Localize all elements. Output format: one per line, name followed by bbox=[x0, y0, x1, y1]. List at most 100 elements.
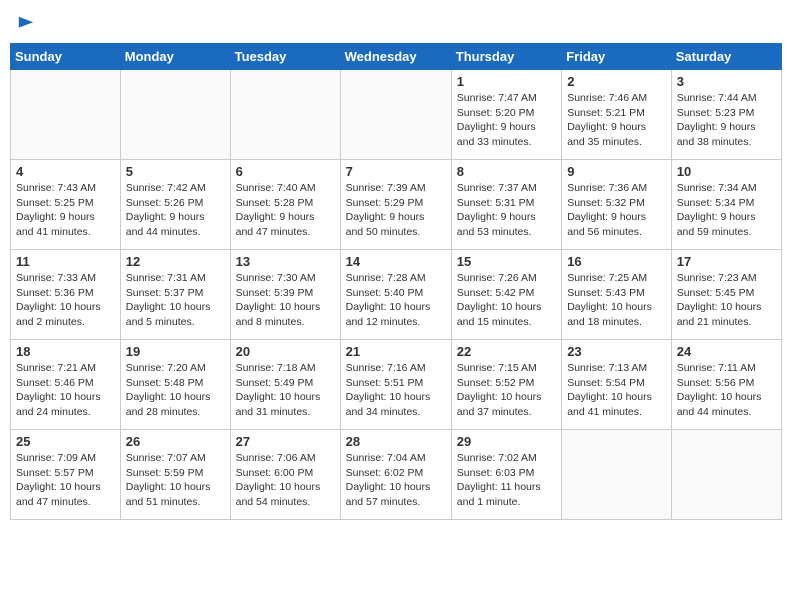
week-row-2: 4 Sunrise: 7:43 AM Sunset: 5:25 PM Daylig… bbox=[11, 160, 782, 250]
day-number: 5 bbox=[126, 164, 225, 179]
day-number: 2 bbox=[567, 74, 666, 89]
day-info: Sunrise: 7:06 AM Sunset: 6:00 PM Dayligh… bbox=[236, 451, 335, 510]
calendar-cell: 1 Sunrise: 7:47 AM Sunset: 5:20 PM Daylig… bbox=[451, 70, 561, 160]
calendar-cell: 23 Sunrise: 7:13 AM Sunset: 5:54 PM Dayli… bbox=[562, 340, 672, 430]
day-info: Sunrise: 7:44 AM Sunset: 5:23 PM Dayligh… bbox=[677, 91, 776, 150]
day-number: 7 bbox=[346, 164, 446, 179]
day-number: 17 bbox=[677, 254, 776, 269]
calendar-cell: 15 Sunrise: 7:26 AM Sunset: 5:42 PM Dayli… bbox=[451, 250, 561, 340]
calendar-cell: 4 Sunrise: 7:43 AM Sunset: 5:25 PM Daylig… bbox=[11, 160, 121, 250]
calendar-cell: 2 Sunrise: 7:46 AM Sunset: 5:21 PM Daylig… bbox=[562, 70, 672, 160]
weekday-header-saturday: Saturday bbox=[671, 44, 781, 70]
day-number: 15 bbox=[457, 254, 556, 269]
day-info: Sunrise: 7:11 AM Sunset: 5:56 PM Dayligh… bbox=[677, 361, 776, 420]
week-row-5: 25 Sunrise: 7:09 AM Sunset: 5:57 PM Dayli… bbox=[11, 430, 782, 520]
day-info: Sunrise: 7:23 AM Sunset: 5:45 PM Dayligh… bbox=[677, 271, 776, 330]
calendar-cell: 12 Sunrise: 7:31 AM Sunset: 5:37 PM Dayli… bbox=[120, 250, 230, 340]
day-info: Sunrise: 7:30 AM Sunset: 5:39 PM Dayligh… bbox=[236, 271, 335, 330]
calendar-cell: 8 Sunrise: 7:37 AM Sunset: 5:31 PM Daylig… bbox=[451, 160, 561, 250]
day-info: Sunrise: 7:13 AM Sunset: 5:54 PM Dayligh… bbox=[567, 361, 666, 420]
calendar-cell bbox=[671, 430, 781, 520]
day-info: Sunrise: 7:47 AM Sunset: 5:20 PM Dayligh… bbox=[457, 91, 556, 150]
calendar-cell: 26 Sunrise: 7:07 AM Sunset: 5:59 PM Dayli… bbox=[120, 430, 230, 520]
day-number: 16 bbox=[567, 254, 666, 269]
day-number: 18 bbox=[16, 344, 115, 359]
day-number: 11 bbox=[16, 254, 115, 269]
week-row-1: 1 Sunrise: 7:47 AM Sunset: 5:20 PM Daylig… bbox=[11, 70, 782, 160]
day-info: Sunrise: 7:33 AM Sunset: 5:36 PM Dayligh… bbox=[16, 271, 115, 330]
page-header bbox=[10, 10, 782, 33]
day-info: Sunrise: 7:16 AM Sunset: 5:51 PM Dayligh… bbox=[346, 361, 446, 420]
calendar-cell: 11 Sunrise: 7:33 AM Sunset: 5:36 PM Dayli… bbox=[11, 250, 121, 340]
day-number: 12 bbox=[126, 254, 225, 269]
day-number: 8 bbox=[457, 164, 556, 179]
calendar-cell: 3 Sunrise: 7:44 AM Sunset: 5:23 PM Daylig… bbox=[671, 70, 781, 160]
calendar-cell: 29Sunrise: 7:02 AM Sunset: 6:03 PM Dayli… bbox=[451, 430, 561, 520]
calendar-cell: 10 Sunrise: 7:34 AM Sunset: 5:34 PM Dayli… bbox=[671, 160, 781, 250]
calendar-cell: 13 Sunrise: 7:30 AM Sunset: 5:39 PM Dayli… bbox=[230, 250, 340, 340]
calendar-cell: 9 Sunrise: 7:36 AM Sunset: 5:32 PM Daylig… bbox=[562, 160, 672, 250]
calendar-cell: 22 Sunrise: 7:15 AM Sunset: 5:52 PM Dayli… bbox=[451, 340, 561, 430]
calendar-cell: 24 Sunrise: 7:11 AM Sunset: 5:56 PM Dayli… bbox=[671, 340, 781, 430]
calendar-cell: 14Sunrise: 7:28 AM Sunset: 5:40 PM Dayli… bbox=[340, 250, 451, 340]
calendar-cell bbox=[11, 70, 121, 160]
day-info: Sunrise: 7:36 AM Sunset: 5:32 PM Dayligh… bbox=[567, 181, 666, 240]
day-info: Sunrise: 7:04 AM Sunset: 6:02 PM Dayligh… bbox=[346, 451, 446, 510]
calendar-table: SundayMondayTuesdayWednesdayThursdayFrid… bbox=[10, 43, 782, 520]
day-number: 1 bbox=[457, 74, 556, 89]
day-info: Sunrise: 7:21 AM Sunset: 5:46 PM Dayligh… bbox=[16, 361, 115, 420]
day-number: 23 bbox=[567, 344, 666, 359]
calendar-cell: 17 Sunrise: 7:23 AM Sunset: 5:45 PM Dayli… bbox=[671, 250, 781, 340]
day-number: 19 bbox=[126, 344, 225, 359]
day-number: 26 bbox=[126, 434, 225, 449]
day-number: 21 bbox=[346, 344, 446, 359]
day-number: 29 bbox=[457, 434, 556, 449]
weekday-header-tuesday: Tuesday bbox=[230, 44, 340, 70]
calendar-cell: 5 Sunrise: 7:42 AM Sunset: 5:26 PM Daylig… bbox=[120, 160, 230, 250]
logo bbox=[15, 15, 35, 33]
day-number: 22 bbox=[457, 344, 556, 359]
calendar-cell bbox=[230, 70, 340, 160]
weekday-header-monday: Monday bbox=[120, 44, 230, 70]
calendar-cell: 18 Sunrise: 7:21 AM Sunset: 5:46 PM Dayli… bbox=[11, 340, 121, 430]
weekday-header-sunday: Sunday bbox=[11, 44, 121, 70]
weekday-header-wednesday: Wednesday bbox=[340, 44, 451, 70]
day-info: Sunrise: 7:42 AM Sunset: 5:26 PM Dayligh… bbox=[126, 181, 225, 240]
day-number: 25 bbox=[16, 434, 115, 449]
calendar-cell: 25 Sunrise: 7:09 AM Sunset: 5:57 PM Dayli… bbox=[11, 430, 121, 520]
day-number: 9 bbox=[567, 164, 666, 179]
day-number: 4 bbox=[16, 164, 115, 179]
day-number: 28 bbox=[346, 434, 446, 449]
day-number: 10 bbox=[677, 164, 776, 179]
day-number: 20 bbox=[236, 344, 335, 359]
week-row-3: 11 Sunrise: 7:33 AM Sunset: 5:36 PM Dayli… bbox=[11, 250, 782, 340]
day-info: Sunrise: 7:31 AM Sunset: 5:37 PM Dayligh… bbox=[126, 271, 225, 330]
day-number: 13 bbox=[236, 254, 335, 269]
calendar-cell: 21 Sunrise: 7:16 AM Sunset: 5:51 PM Dayli… bbox=[340, 340, 451, 430]
day-info: Sunrise: 7:26 AM Sunset: 5:42 PM Dayligh… bbox=[457, 271, 556, 330]
weekday-header-friday: Friday bbox=[562, 44, 672, 70]
day-number: 27 bbox=[236, 434, 335, 449]
calendar-cell: 27 Sunrise: 7:06 AM Sunset: 6:00 PM Dayli… bbox=[230, 430, 340, 520]
weekday-header-thursday: Thursday bbox=[451, 44, 561, 70]
day-info: Sunrise: 7:09 AM Sunset: 5:57 PM Dayligh… bbox=[16, 451, 115, 510]
calendar-cell bbox=[562, 430, 672, 520]
week-row-4: 18 Sunrise: 7:21 AM Sunset: 5:46 PM Dayli… bbox=[11, 340, 782, 430]
weekday-header-row: SundayMondayTuesdayWednesdayThursdayFrid… bbox=[11, 44, 782, 70]
calendar-cell: 19Sunrise: 7:20 AM Sunset: 5:48 PM Dayli… bbox=[120, 340, 230, 430]
day-info: Sunrise: 7:40 AM Sunset: 5:28 PM Dayligh… bbox=[236, 181, 335, 240]
day-number: 3 bbox=[677, 74, 776, 89]
day-number: 24 bbox=[677, 344, 776, 359]
day-info: Sunrise: 7:43 AM Sunset: 5:25 PM Dayligh… bbox=[16, 181, 115, 240]
day-info: Sunrise: 7:46 AM Sunset: 5:21 PM Dayligh… bbox=[567, 91, 666, 150]
day-info: Sunrise: 7:18 AM Sunset: 5:49 PM Dayligh… bbox=[236, 361, 335, 420]
calendar-cell bbox=[340, 70, 451, 160]
day-info: Sunrise: 7:07 AM Sunset: 5:59 PM Dayligh… bbox=[126, 451, 225, 510]
day-info: Sunrise: 7:39 AM Sunset: 5:29 PM Dayligh… bbox=[346, 181, 446, 240]
logo-flag-icon bbox=[17, 15, 35, 33]
day-info: Sunrise: 7:28 AM Sunset: 5:40 PM Dayligh… bbox=[346, 271, 446, 330]
day-info: Sunrise: 7:34 AM Sunset: 5:34 PM Dayligh… bbox=[677, 181, 776, 240]
calendar-cell: 20 Sunrise: 7:18 AM Sunset: 5:49 PM Dayli… bbox=[230, 340, 340, 430]
day-info: Sunrise: 7:15 AM Sunset: 5:52 PM Dayligh… bbox=[457, 361, 556, 420]
day-info: Sunrise: 7:37 AM Sunset: 5:31 PM Dayligh… bbox=[457, 181, 556, 240]
